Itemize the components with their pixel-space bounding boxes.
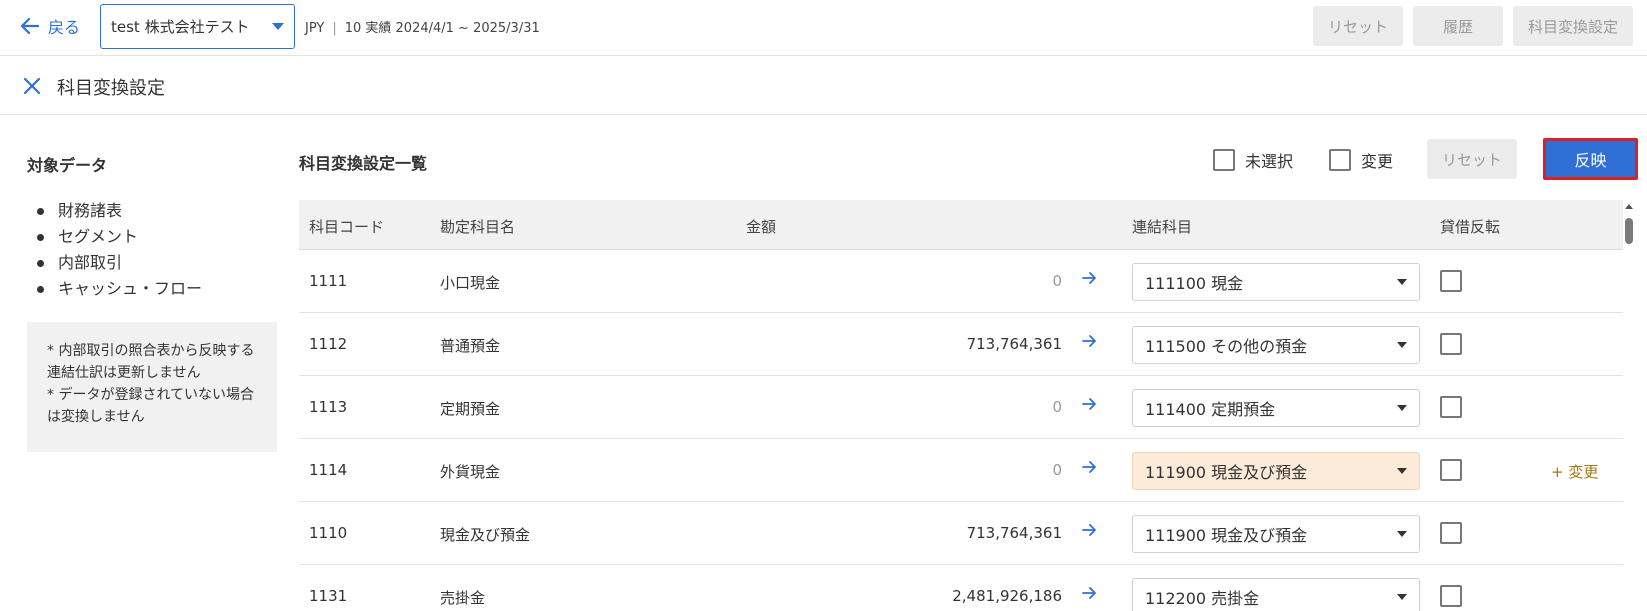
unselected-checkbox[interactable]	[1213, 149, 1235, 171]
target-account-value: 111500 その他の預金	[1145, 337, 1308, 356]
column-target: 連結科目	[1132, 218, 1193, 236]
arrow-right-icon	[1082, 461, 1096, 473]
target-account-select[interactable]: 111100 現金	[1132, 263, 1420, 301]
column-amount: 金額	[746, 218, 777, 236]
amount: 713,764,361	[966, 524, 1062, 542]
target-account-select[interactable]: 111900 現金及び預金	[1132, 515, 1420, 553]
currency-label: JPY	[305, 21, 325, 36]
arrow-right-icon	[1082, 272, 1096, 284]
changed-checkbox[interactable]	[1329, 149, 1351, 171]
table-row: 1114 外貨現金 0 111900 現金及び預金 + 変更	[299, 439, 1623, 502]
table-row: 1131 売掛金 2,481,926,186 112200 売掛金	[299, 565, 1623, 611]
list-item: キャッシュ・フロー	[37, 276, 202, 302]
scrollbar[interactable]	[1623, 200, 1635, 611]
amount: 0	[1052, 398, 1062, 416]
changed-filter[interactable]: 変更	[1329, 148, 1393, 172]
arrow-right-icon	[1082, 524, 1096, 536]
column-name: 勘定科目名	[440, 218, 516, 236]
reverse-checkbox[interactable]	[1440, 585, 1462, 607]
table-row: 1110 現金及び預金 713,764,361 111900 現金及び預金	[299, 502, 1623, 565]
company-select[interactable]: test 株式会社テスト	[100, 4, 295, 49]
notes-box: * 内部取引の照合表から反映する連結仕訳は更新しません * データが登録されてい…	[27, 322, 277, 452]
target-account-value: 111100 現金	[1145, 274, 1244, 293]
caret-down-icon	[272, 23, 284, 30]
title-bar: 科目変換設定	[0, 57, 1647, 115]
apply-button[interactable]: 反映	[1543, 138, 1638, 180]
amount: 0	[1052, 272, 1062, 290]
target-data-list: 財務諸表 セグメント 内部取引 キャッシュ・フロー	[37, 198, 202, 302]
list-item: 内部取引	[37, 250, 202, 276]
scrollbar-thumb[interactable]	[1625, 218, 1633, 244]
target-account-value: 111400 定期預金	[1145, 400, 1276, 419]
mapping-list-title: 科目変換設定一覧	[299, 154, 428, 173]
target-account-select[interactable]: 111500 その他の預金	[1132, 326, 1420, 364]
back-button[interactable]: 戻る	[20, 14, 80, 38]
reverse-checkbox[interactable]	[1440, 396, 1462, 418]
reverse-checkbox[interactable]	[1440, 522, 1462, 544]
caret-down-icon	[1397, 405, 1407, 411]
amount: 2,481,926,186	[952, 587, 1062, 605]
caret-down-icon	[1397, 279, 1407, 285]
reverse-checkbox[interactable]	[1440, 459, 1462, 481]
period-info: JPY | 10 実績 2024/4/1 ~ 2025/3/31	[305, 17, 540, 36]
list-item: 財務諸表	[37, 198, 202, 224]
close-icon[interactable]	[22, 76, 42, 96]
target-account-select[interactable]: 112200 売掛金	[1132, 578, 1420, 611]
table-row: 1112 普通預金 713,764,361 111500 その他の預金	[299, 313, 1623, 376]
page-title: 科目変換設定	[57, 78, 165, 99]
period-separator: |	[332, 21, 337, 36]
scroll-up-icon[interactable]	[1625, 204, 1633, 209]
mapping-settings-button[interactable]: 科目変換設定	[1513, 6, 1633, 46]
arrow-right-icon	[1082, 335, 1096, 347]
target-account-value: 111900 現金及び預金	[1145, 463, 1308, 482]
back-label: 戻る	[48, 18, 81, 37]
note-text: * 内部取引の照合表から反映する連結仕訳は更新しません	[47, 343, 255, 381]
column-reverse: 貸借反転	[1440, 218, 1501, 236]
target-account-select[interactable]: 111900 現金及び預金	[1132, 452, 1420, 490]
column-code: 科目コード	[309, 218, 385, 236]
changed-label: 変更	[1361, 152, 1394, 171]
target-account-value: 112200 売掛金	[1145, 589, 1260, 608]
reverse-checkbox[interactable]	[1440, 333, 1462, 355]
caret-down-icon	[1397, 594, 1407, 600]
amount: 0	[1052, 461, 1062, 479]
list-item: セグメント	[37, 224, 202, 250]
target-data-title: 対象データ	[27, 156, 108, 175]
company-select-value: test 株式会社テスト	[111, 18, 250, 36]
reverse-checkbox[interactable]	[1440, 270, 1462, 292]
note-text: * データが登録されていない場合は変換しません	[47, 387, 255, 425]
amount: 713,764,361	[966, 335, 1062, 353]
arrow-right-icon	[1082, 398, 1096, 410]
unselected-label: 未選択	[1245, 152, 1294, 171]
arrow-left-icon	[20, 17, 40, 35]
caret-down-icon	[1397, 342, 1407, 348]
table-header: 科目コード 勘定科目名 金額 連結科目 貸借反転	[299, 200, 1623, 250]
period-label: 10 実績 2024/4/1 ~ 2025/3/31	[344, 21, 540, 36]
target-account-select[interactable]: 111400 定期預金	[1132, 389, 1420, 427]
reset-button[interactable]: リセット	[1427, 139, 1517, 179]
change-badge: + 変更	[1551, 463, 1599, 481]
table-row: 1113 定期預金 0 111400 定期預金	[299, 376, 1623, 439]
top-reset-button[interactable]: リセット	[1313, 6, 1403, 46]
table-row: 1111 小口現金 0 111100 現金	[299, 250, 1623, 313]
target-account-value: 111900 現金及び預金	[1145, 526, 1308, 545]
history-button[interactable]: 履歴	[1413, 6, 1503, 46]
top-bar: 戻る test 株式会社テスト JPY | 10 実績 2024/4/1 ~ 202…	[0, 0, 1647, 56]
unselected-filter[interactable]: 未選択	[1213, 148, 1293, 172]
arrow-right-icon	[1082, 587, 1096, 599]
caret-down-icon	[1397, 468, 1407, 474]
caret-down-icon	[1397, 531, 1407, 537]
